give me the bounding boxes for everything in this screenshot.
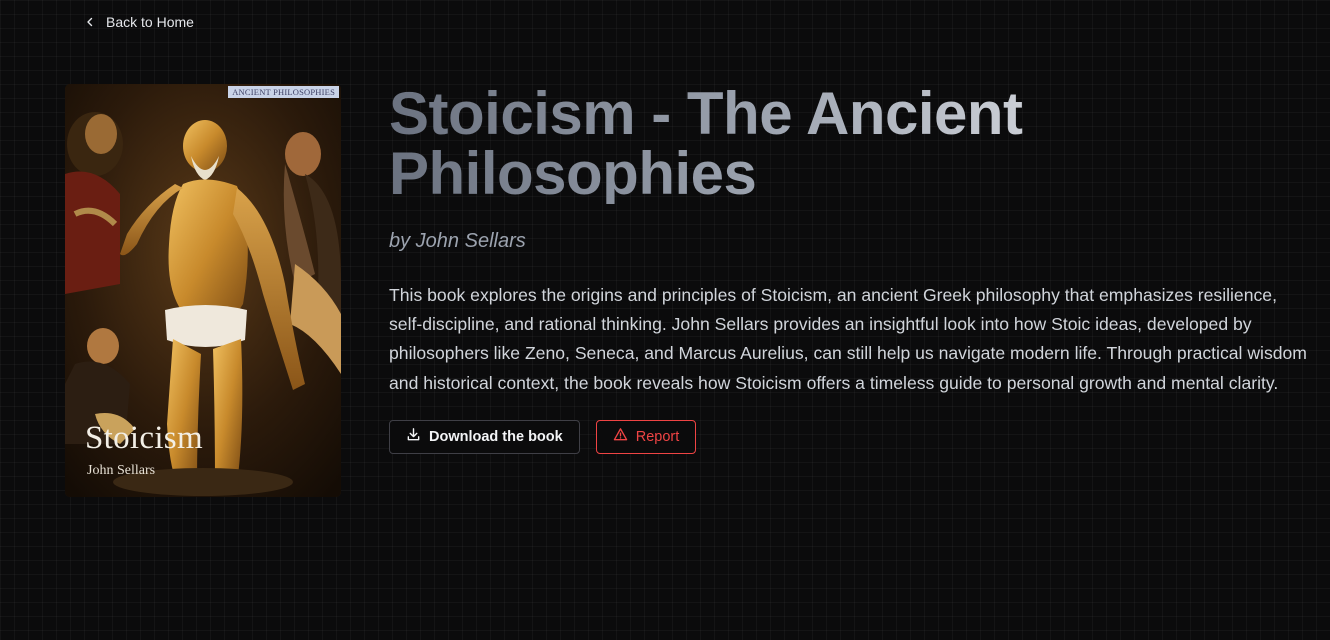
cover-author: John Sellars bbox=[87, 463, 156, 478]
book-info: Stoicism - The Ancient Philosophies by J… bbox=[389, 84, 1314, 454]
chevron-left-icon bbox=[84, 16, 96, 28]
book-author: by John Sellars bbox=[389, 230, 526, 252]
download-button-label: Download the book bbox=[429, 428, 563, 445]
book-title: Stoicism - The Ancient Philosophies bbox=[389, 84, 1314, 204]
download-button[interactable]: Download the book bbox=[389, 419, 580, 454]
book-description: This book explores the origins and princ… bbox=[389, 285, 1307, 393]
cover-series-label: ANCIENT PHILOSOPHIES bbox=[228, 86, 339, 98]
book-cover: ANCIENT PHILOSOPHIES Stoicism John Sella… bbox=[65, 84, 341, 497]
download-icon bbox=[406, 427, 421, 446]
report-button-label: Report bbox=[635, 428, 680, 445]
back-to-home-label: Back to Home bbox=[106, 14, 194, 30]
back-to-home-link[interactable]: Back to Home bbox=[84, 12, 194, 32]
report-button[interactable]: Report bbox=[595, 419, 697, 454]
warning-triangle-icon bbox=[613, 427, 628, 446]
action-bar: Download the book Report bbox=[389, 419, 1314, 454]
cover-title: Stoicism bbox=[85, 420, 203, 456]
